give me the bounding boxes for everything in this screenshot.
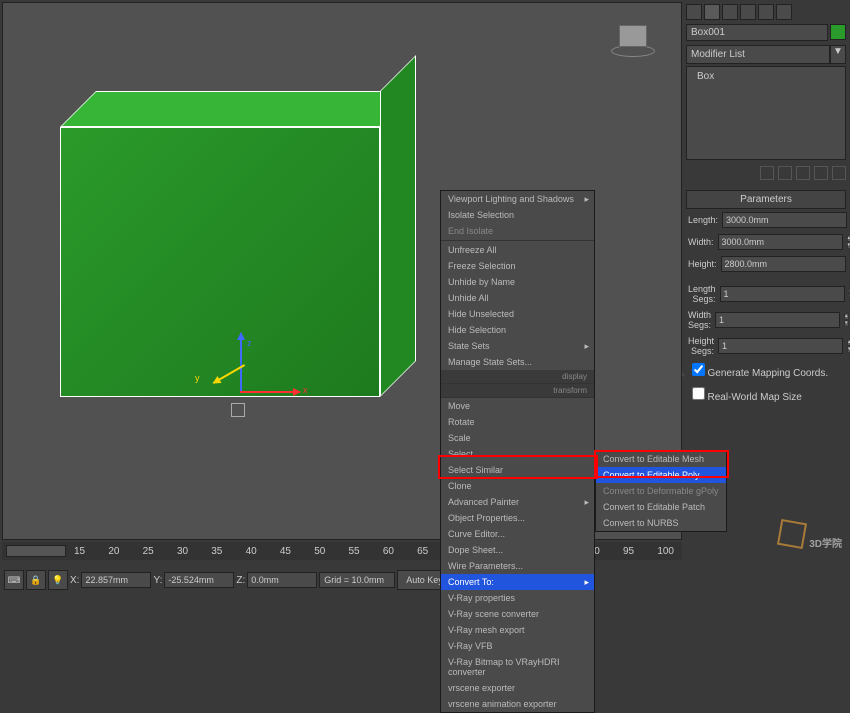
- tab-utilities[interactable]: [776, 4, 792, 20]
- menu-item[interactable]: Wire Parameters...: [441, 558, 594, 574]
- menu-item[interactable]: V-Ray VFB: [441, 638, 594, 654]
- cn-watermark: 3D学院: [779, 521, 842, 552]
- submenu-item[interactable]: Convert to Editable Patch: [596, 499, 726, 515]
- quad-context-menu: Viewport Lighting and ShadowsIsolate Sel…: [440, 190, 595, 713]
- tab-motion[interactable]: [740, 4, 756, 20]
- maxscript-listener-icon[interactable]: ⌨: [4, 570, 24, 590]
- hseg-input[interactable]: [718, 338, 843, 354]
- menu-item[interactable]: Manage State Sets...: [441, 354, 594, 370]
- real-world-label: Real-World Map Size: [708, 392, 802, 403]
- lseg-input[interactable]: [720, 286, 845, 302]
- menu-item[interactable]: Move: [441, 398, 594, 414]
- tab-create[interactable]: [686, 4, 702, 20]
- tab-display[interactable]: [758, 4, 774, 20]
- menu-item[interactable]: Unfreeze All: [441, 242, 594, 258]
- remove-modifier-icon[interactable]: [814, 166, 828, 180]
- menu-item[interactable]: Freeze Selection: [441, 258, 594, 274]
- y-coord-label: Y:: [153, 575, 162, 586]
- parameters-rollout-header[interactable]: Parameters: [686, 190, 846, 209]
- width-input[interactable]: [718, 234, 843, 250]
- object-color-swatch[interactable]: [830, 24, 846, 40]
- make-unique-icon[interactable]: [796, 166, 810, 180]
- configure-sets-icon[interactable]: [832, 166, 846, 180]
- menu-item[interactable]: Advanced Painter: [441, 494, 594, 510]
- menu-item[interactable]: Unhide by Name: [441, 274, 594, 290]
- menu-item[interactable]: Viewport Lighting and Shadows: [441, 191, 594, 207]
- submenu-item[interactable]: Convert to Editable Poly: [596, 467, 726, 483]
- cube-right-face[interactable]: [380, 55, 416, 397]
- menu-item[interactable]: V-Ray properties: [441, 590, 594, 606]
- menu-section: transform: [441, 384, 594, 398]
- submenu-item[interactable]: Convert to Editable Mesh: [596, 451, 726, 467]
- hseg-label: Height Segs:: [688, 336, 714, 356]
- menu-item[interactable]: vrscene exporter: [441, 680, 594, 696]
- stack-item-box[interactable]: Box: [689, 69, 843, 84]
- gen-mapping-label: Generate Mapping Coords.: [708, 368, 829, 379]
- submenu-item[interactable]: Convert to Deformable gPoly: [596, 483, 726, 499]
- cube-front-face[interactable]: [60, 127, 380, 397]
- menu-item[interactable]: State Sets: [441, 338, 594, 354]
- menu-item[interactable]: Select: [441, 446, 594, 462]
- time-slider[interactable]: [6, 545, 66, 557]
- x-coord-label: X:: [70, 575, 79, 586]
- show-end-result-icon[interactable]: [778, 166, 792, 180]
- modifier-list-dropdown[interactable]: Modifier List: [686, 45, 830, 64]
- grid-readout: Grid = 10.0mm: [319, 572, 395, 588]
- pin-stack-icon[interactable]: [760, 166, 774, 180]
- lightbulb-icon[interactable]: 💡: [48, 570, 68, 590]
- menu-item[interactable]: V-Ray Bitmap to VRayHDRI converter: [441, 654, 594, 680]
- width-label: Width:: [688, 237, 714, 247]
- menu-item[interactable]: V-Ray scene converter: [441, 606, 594, 622]
- menu-item[interactable]: Rotate: [441, 414, 594, 430]
- menu-item[interactable]: V-Ray mesh export: [441, 622, 594, 638]
- menu-item[interactable]: End Isolate: [441, 223, 594, 239]
- menu-item[interactable]: Object Properties...: [441, 510, 594, 526]
- z-coord-label: Z:: [236, 575, 245, 586]
- wseg-spinner-up[interactable]: ▴: [844, 313, 849, 320]
- dropdown-arrow-icon[interactable]: ▼: [830, 45, 846, 64]
- menu-section: display: [441, 370, 594, 384]
- y-coord-input[interactable]: [164, 572, 234, 588]
- menu-item[interactable]: Unhide All: [441, 290, 594, 306]
- menu-item[interactable]: Select Similar: [441, 462, 594, 478]
- lseg-label: Length Segs:: [688, 284, 716, 304]
- menu-item[interactable]: Convert To:: [441, 574, 594, 590]
- menu-item[interactable]: Hide Unselected: [441, 306, 594, 322]
- submenu-item[interactable]: Convert to NURBS: [596, 515, 726, 531]
- menu-item[interactable]: Isolate Selection: [441, 207, 594, 223]
- width-spinner-down[interactable]: ▾: [847, 242, 850, 249]
- tab-modify[interactable]: [704, 4, 720, 20]
- menu-item[interactable]: Dope Sheet...: [441, 542, 594, 558]
- width-spinner-up[interactable]: ▴: [847, 235, 850, 242]
- length-label: Length:: [688, 215, 718, 225]
- lock-selection-icon[interactable]: 🔒: [26, 570, 46, 590]
- convert-to-submenu: Convert to Editable MeshConvert to Edita…: [595, 450, 727, 532]
- tab-hierarchy[interactable]: [722, 4, 738, 20]
- height-input[interactable]: [721, 256, 846, 272]
- panel-tabs: [684, 2, 848, 22]
- wseg-label: Width Segs:: [688, 310, 711, 330]
- menu-item[interactable]: Curve Editor...: [441, 526, 594, 542]
- menu-item[interactable]: vrscene animation exporter: [441, 696, 594, 712]
- menu-item[interactable]: Scale: [441, 430, 594, 446]
- gizmo-center[interactable]: [231, 403, 245, 417]
- wseg-input[interactable]: [715, 312, 840, 328]
- height-label: Height:: [688, 259, 717, 269]
- z-coord-input[interactable]: [247, 572, 317, 588]
- wseg-spinner-down[interactable]: ▾: [844, 320, 849, 327]
- status-bar: ⌨ 🔒 💡 X: Y: Z: Grid = 10.0mm Auto Key Se…: [2, 562, 848, 598]
- viewcube[interactable]: [603, 17, 663, 57]
- real-world-checkbox[interactable]: [692, 387, 705, 400]
- menu-item[interactable]: Clone: [441, 478, 594, 494]
- length-input[interactable]: [722, 212, 847, 228]
- gen-mapping-checkbox[interactable]: [692, 363, 705, 376]
- x-coord-input[interactable]: [81, 572, 151, 588]
- modifier-stack[interactable]: Box: [686, 66, 846, 160]
- object-name-input[interactable]: [686, 24, 828, 41]
- menu-item[interactable]: Hide Selection: [441, 322, 594, 338]
- cube-top-face[interactable]: [60, 91, 416, 127]
